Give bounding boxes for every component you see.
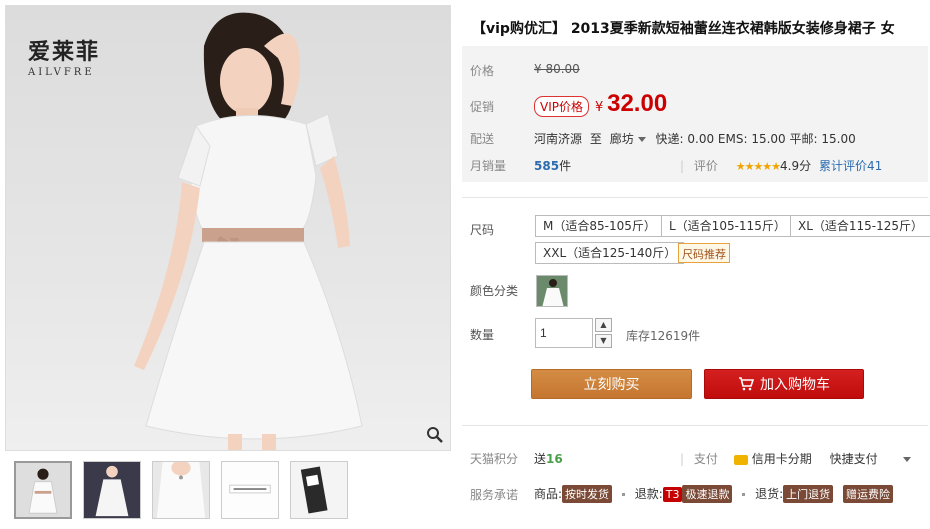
currency-symbol: ¥ <box>595 100 604 115</box>
pay-card-text: 信用卡分期 <box>751 452 812 466</box>
credit-card-icon <box>733 454 748 465</box>
pay-label: 支付 <box>693 452 718 466</box>
product-title: 【vip购优汇】 2013夏季新款短袖蕾丝连衣裙韩版女装修身裙子 女 <box>472 21 895 37</box>
service-row: 商品: 按时发货 退款: T3 极速退款 退货: 上门退货 赠运费险 <box>534 485 893 503</box>
size-option-xl[interactable]: XL（适合115-125斤） <box>790 215 930 237</box>
thumbnail-strip <box>14 461 348 519</box>
points-value: 送16 <box>534 450 563 467</box>
thumbnail-1[interactable] <box>14 461 72 519</box>
zoom-icon[interactable] <box>426 426 444 444</box>
main-product-image[interactable]: 爱莱菲 AILVFRE <box>5 5 451 451</box>
points-prefix: 送 <box>534 452 547 466</box>
model-figure <box>134 12 363 450</box>
orig-price: ¥ 80.00 <box>534 62 580 76</box>
quantity-input[interactable] <box>535 318 593 348</box>
points-label: 天猫积分 <box>470 452 519 466</box>
rating-label: 评价 <box>693 159 718 173</box>
payment-row: | 支付 信用卡分期 快捷支付 <box>674 450 912 467</box>
svc-goods-prefix: 商品: <box>534 487 563 501</box>
ship-dest-select[interactable]: 廊坊 <box>610 132 646 146</box>
monthly-sales-label: 月销量 <box>470 159 507 173</box>
orig-price-label: 价格 <box>470 64 495 78</box>
promo-price: 32.00 <box>607 90 668 117</box>
caret-down-icon: ▼ <box>600 336 607 345</box>
quantity-label: 数量 <box>470 328 495 342</box>
product-info-panel: 【vip购优汇】 2013夏季新款短袖蕾丝连衣裙韩版女装修身裙子 女 价格 ¥ … <box>462 0 930 529</box>
size-label: 尺码 <box>470 223 495 237</box>
svc-fast-refund-tag[interactable]: 极速退款 <box>682 485 733 503</box>
shipping-label: 配送 <box>470 132 495 146</box>
thumbnail-5[interactable] <box>290 461 348 519</box>
vip-badge: VIP价格 <box>534 96 589 117</box>
rating-score: 4.9分 <box>780 159 812 173</box>
thumbnail-2[interactable] <box>83 461 141 519</box>
shipping-fees: 快递: 0.00 EMS: 15.00 平邮: 15.00 <box>655 132 856 146</box>
svc-refund-prefix: 退款: <box>634 487 663 501</box>
size-recommend-button[interactable]: 尺码推荐 <box>678 243 730 263</box>
dot-separator <box>621 493 625 496</box>
chevron-down-icon <box>637 137 646 142</box>
svc-return-prefix: 退货: <box>755 487 784 501</box>
points-number: 16 <box>546 452 563 466</box>
color-swatch-white[interactable] <box>536 275 568 307</box>
thumbnail-3[interactable] <box>152 461 210 519</box>
svc-on-time-tag[interactable]: 按时发货 <box>562 485 613 503</box>
credit-card-installment-link[interactable]: 信用卡分期 <box>733 452 812 466</box>
brand-name-en: AILVFRE <box>28 67 95 78</box>
divider-line <box>462 197 928 198</box>
size-option-l[interactable]: L（适合105-115斤） <box>661 215 794 237</box>
cart-icon <box>739 377 754 391</box>
quantity-increase-button[interactable]: ▲ <box>595 318 612 332</box>
stock-count: 库存12619件 <box>626 329 701 343</box>
star-rating-icon: ★★★★★ <box>735 160 781 173</box>
sales-unit: 件 <box>559 159 572 173</box>
thumbnail-4[interactable] <box>221 461 279 519</box>
sales-count: 585 <box>534 159 560 173</box>
add-to-cart-button[interactable]: 加入购物车 <box>704 369 864 399</box>
promo-price-row: VIP价格 ¥ 32.00 <box>534 90 667 118</box>
ship-dest: 廊坊 <box>609 132 634 146</box>
size-option-m[interactable]: M（适合85-105斤） <box>535 215 664 237</box>
rating-count-link[interactable]: 累计评价41 <box>819 159 882 173</box>
service-label: 服务承诺 <box>470 488 519 502</box>
quick-pay-text: 快捷支付 <box>829 452 878 466</box>
quantity-decrease-button[interactable]: ▼ <box>595 334 612 348</box>
dot-separator <box>742 493 746 496</box>
ship-to-word: 至 <box>589 132 602 146</box>
color-label: 颜色分类 <box>470 284 519 298</box>
divider-line <box>462 425 928 426</box>
chevron-down-icon[interactable] <box>903 457 912 462</box>
shipping-row: 河南济源 至 廊坊 快递: 0.00 EMS: 15.00 平邮: 15.00 <box>534 130 856 147</box>
brand-logo: 爱莱菲 AILVFRE <box>28 34 100 78</box>
divider: | <box>680 452 685 466</box>
buy-now-label: 立刻购买 <box>583 377 640 393</box>
sales-row: 585件 <box>534 157 571 174</box>
rating-row: | 评价 ★★★★★4.9分 累计评价41 <box>674 157 882 174</box>
divider: | <box>680 159 685 173</box>
svc-pickup-return-tag[interactable]: 上门退货 <box>783 485 834 503</box>
brand-name-cn: 爱莱菲 <box>28 39 101 65</box>
svc-shipping-insurance-tag[interactable]: 赠运费险 <box>843 485 893 503</box>
buy-now-button[interactable]: 立刻购买 <box>531 369 692 399</box>
caret-up-icon: ▲ <box>600 320 607 329</box>
svc-t3-tag: T3 <box>662 487 683 502</box>
ship-from: 河南济源 <box>534 132 583 146</box>
add-to-cart-label: 加入购物车 <box>760 377 830 393</box>
promo-label: 促销 <box>470 100 495 114</box>
size-option-xxl[interactable]: XXL（适合125-140斤） <box>535 242 685 264</box>
